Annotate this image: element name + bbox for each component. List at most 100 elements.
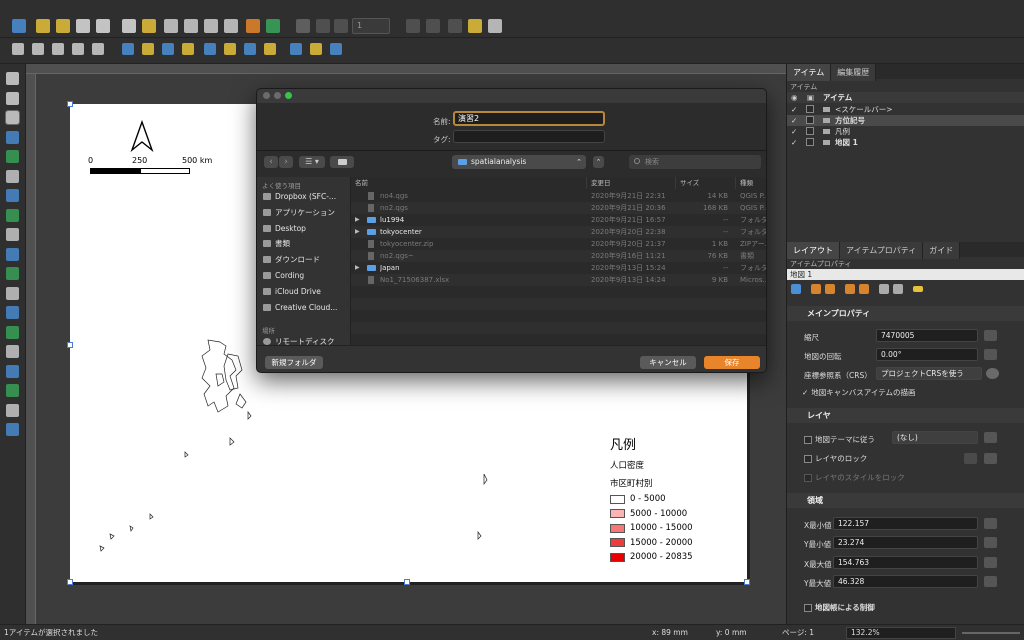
label-settings-icon[interactable] (859, 284, 869, 294)
zoom-tool-icon[interactable] (6, 91, 19, 105)
selection-handle[interactable] (67, 101, 73, 107)
lock-styles-checkbox[interactable]: レイヤのスタイルをロック (804, 472, 905, 483)
file-row[interactable]: ▶ Japan 2020年9月13日 15:24 -- フォルダ (351, 262, 766, 274)
xmin-override-button[interactable] (984, 518, 997, 529)
visibility-checkbox[interactable]: ✓ (791, 115, 797, 126)
column-header-size[interactable]: サイズ (676, 177, 736, 189)
save-icon[interactable] (12, 19, 26, 33)
lock-items-icon[interactable] (122, 43, 134, 55)
raise-icon[interactable] (204, 43, 216, 55)
tags-input[interactable] (453, 130, 605, 143)
export-svg-icon[interactable] (204, 19, 218, 33)
last-feature-icon[interactable] (426, 19, 440, 33)
cancel-button[interactable]: キャンセル (640, 356, 696, 369)
undo-icon[interactable] (246, 19, 260, 33)
crs-select[interactable]: プロジェクトCRSを使う (876, 367, 982, 380)
bring-front-icon[interactable] (244, 43, 256, 55)
visibility-checkbox[interactable]: ✓ (791, 126, 797, 137)
new-layout-icon[interactable] (36, 19, 50, 33)
zoom-out-icon[interactable] (32, 43, 44, 55)
new-folder-icon[interactable] (330, 156, 354, 168)
add-3d-map-icon[interactable] (6, 189, 19, 202)
atlas-control-group[interactable]: 地図帳による制御 (804, 602, 875, 613)
scale-override-button[interactable] (984, 330, 997, 341)
save-button[interactable]: 保存 (704, 356, 760, 369)
add-items-icon[interactable] (142, 19, 156, 33)
view-options-button[interactable]: ☰ ▾ (299, 156, 325, 168)
item-row[interactable]: ✓ 地図 1 (787, 137, 1024, 148)
item-row[interactable]: ✓ 凡例 (787, 126, 1024, 137)
add-scalebar-icon[interactable] (6, 267, 19, 280)
filename-input[interactable]: 演習2 (453, 111, 605, 126)
tab-item-properties[interactable]: アイテムプロパティ (840, 242, 924, 259)
add-shape-icon[interactable] (6, 306, 19, 319)
lock-layers-checkbox[interactable]: レイヤのロック (804, 453, 867, 464)
tab-history[interactable]: 編集履歴 (831, 64, 877, 81)
legend[interactable]: 凡例 人口密度 市区町村別 0 - 5000 5000 - 10000 10000 … (610, 434, 740, 574)
xmax-input[interactable]: 154.763 (833, 556, 978, 569)
add-north-arrow-icon[interactable] (6, 286, 19, 300)
disclosure-triangle-icon[interactable]: ▶ (355, 262, 360, 274)
theme-override-button[interactable] (984, 432, 997, 443)
align-icon[interactable] (290, 43, 302, 55)
refresh-icon[interactable] (791, 284, 801, 294)
lock-checkbox[interactable] (806, 127, 814, 135)
refresh-view-icon[interactable] (92, 43, 104, 55)
file-row[interactable]: ▶ lu1994 2020年9月21日 16:57 -- フォルダ (351, 214, 766, 226)
close-window-icon[interactable] (263, 92, 270, 99)
move-content-icon[interactable] (845, 284, 855, 294)
zoom-in-icon[interactable] (12, 43, 24, 55)
selection-handle[interactable] (67, 342, 73, 348)
theme-select[interactable]: (なし) (892, 431, 978, 444)
add-legend-icon[interactable] (6, 247, 19, 261)
file-row[interactable]: no4.qgs 2020年9月21日 22:31 14 KB QGIS P... (351, 190, 766, 202)
column-header-date[interactable]: 変更日 (587, 177, 676, 189)
lock-checkbox[interactable] (806, 116, 814, 124)
export-pdf-icon[interactable] (224, 19, 238, 33)
add-arrow-icon[interactable] (6, 345, 19, 358)
atlas-icon[interactable] (296, 19, 310, 33)
previous-feature-icon[interactable] (334, 19, 348, 33)
file-row[interactable]: ▶ tokyocenter 2020年9月20日 22:38 -- フォルダ (351, 226, 766, 238)
back-button[interactable]: ‹ (264, 156, 278, 168)
edit-nodes-icon[interactable] (6, 150, 19, 163)
ymax-input[interactable]: 46.328 (833, 575, 978, 588)
extent-section[interactable]: 領域 (787, 493, 1024, 508)
xmin-input[interactable]: 122.157 (833, 517, 978, 530)
sidebar-item-2[interactable]: Desktop (263, 222, 351, 235)
ymin-override-button[interactable] (984, 537, 997, 548)
redo-icon[interactable] (266, 19, 280, 33)
search-field[interactable]: 検索 (629, 155, 761, 169)
follow-theme-checkbox[interactable]: 地図テーマに従う (804, 434, 875, 445)
item-row[interactable]: ✓ <スケールバー> (787, 104, 1024, 115)
sidebar-item-7[interactable]: Creative Cloud... (263, 301, 351, 314)
add-pages-icon[interactable] (122, 19, 136, 33)
main-properties-section[interactable]: メインプロパティ (787, 306, 1024, 321)
layout-manager-icon[interactable] (76, 19, 90, 33)
visibility-checkbox[interactable]: ✓ (791, 104, 797, 115)
file-row[interactable]: tokyocenter.zip 2020年9月20日 21:37 1 KB ZIPアー… (351, 238, 766, 250)
visibility-checkbox[interactable]: ✓ (791, 137, 797, 148)
zoom-actual-icon[interactable] (72, 43, 84, 55)
disclosure-triangle-icon[interactable]: ▶ (355, 226, 360, 238)
zoom-full-icon[interactable] (52, 43, 64, 55)
set-extent-icon[interactable] (811, 284, 821, 294)
distribute-icon[interactable] (310, 43, 322, 55)
add-map-icon[interactable] (6, 169, 19, 183)
file-row[interactable]: no2.qgs 2020年9月21日 20:36 168 KB QGIS P... (351, 202, 766, 214)
sidebar-item-0[interactable]: Dropbox (SFC-... (263, 190, 351, 203)
add-marker-icon[interactable] (6, 325, 19, 339)
sidebar-item-1[interactable]: アプリケーション (263, 206, 351, 219)
layers-section[interactable]: レイヤ (787, 408, 1024, 423)
new-folder-button[interactable]: 新規フォルダ (265, 356, 323, 369)
ymax-override-button[interactable] (984, 576, 997, 587)
disclosure-triangle-icon[interactable]: ▶ (355, 214, 360, 226)
scale-bar[interactable]: 0 250 500 km (88, 156, 212, 178)
scale-input[interactable]: 7470005 (876, 329, 978, 342)
forward-button[interactable]: › (279, 156, 293, 168)
zoom-atlas-icon[interactable] (488, 19, 502, 33)
grid-icon[interactable] (893, 284, 903, 294)
sidebar-item-6[interactable]: iCloud Drive (263, 285, 351, 298)
tab-layout[interactable]: レイアウト (787, 242, 840, 259)
unlock-items-icon[interactable] (142, 43, 154, 55)
